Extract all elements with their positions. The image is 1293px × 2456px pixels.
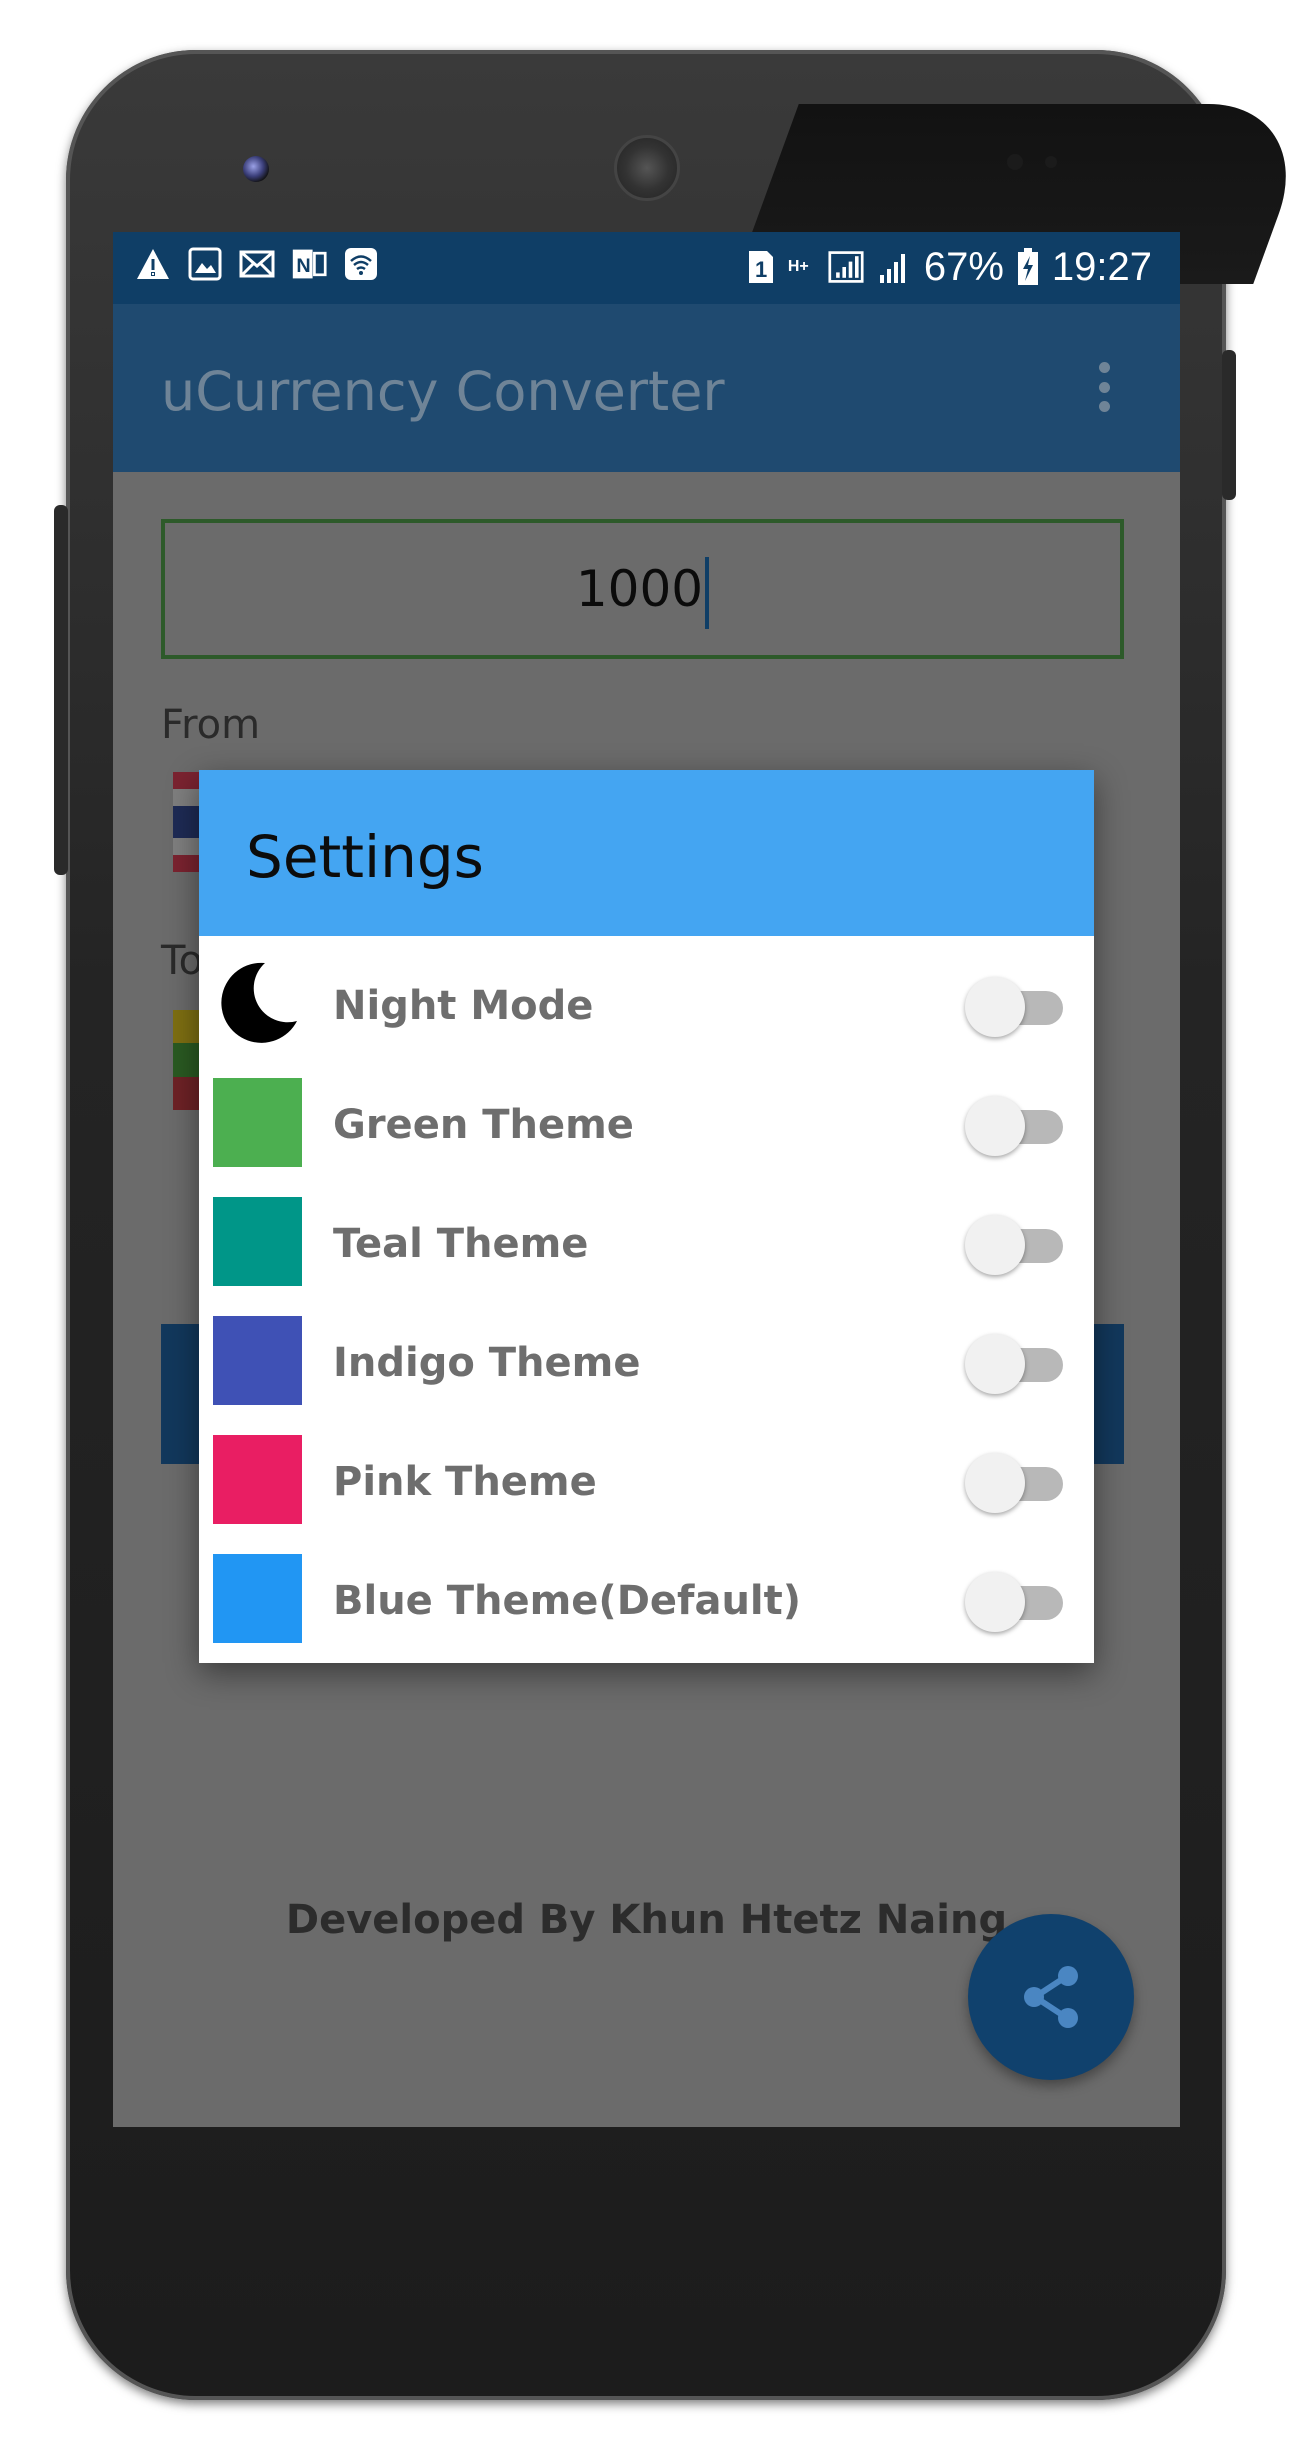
front-camera	[243, 156, 269, 182]
setting-night-mode[interactable]: Night Mode	[199, 947, 1094, 1065]
text-cursor	[705, 556, 710, 629]
indigo-theme-toggle[interactable]	[965, 1332, 1063, 1394]
moon-icon	[221, 962, 297, 1043]
settings-dialog: Settings Night Mode Green Theme Teal The…	[199, 770, 1094, 1663]
wifi-icon	[343, 246, 379, 282]
setting-label: Blue Theme(Default)	[333, 1578, 802, 1624]
share-button[interactable]	[968, 1914, 1134, 2080]
sim-icon: 1	[746, 249, 776, 285]
pink-swatch-icon	[213, 1435, 302, 1524]
earpiece-speaker	[614, 135, 680, 201]
setting-teal-theme[interactable]: Teal Theme	[199, 1185, 1094, 1303]
svg-text:1: 1	[755, 257, 767, 282]
status-bar: N 1 H+ 67% 19:27	[113, 232, 1180, 304]
to-label: To	[161, 938, 204, 984]
clock: 19:27	[1051, 245, 1152, 289]
amount-value: 1000	[575, 560, 704, 618]
setting-green-theme[interactable]: Green Theme	[199, 1066, 1094, 1184]
power-button	[1222, 350, 1236, 500]
mail-icon	[239, 246, 275, 282]
svg-text:N: N	[296, 255, 310, 277]
blue-theme-toggle[interactable]	[965, 1570, 1063, 1632]
battery-charging-icon	[1016, 248, 1040, 285]
setting-label: Teal Theme	[333, 1221, 589, 1267]
signal-icon-2	[876, 249, 912, 285]
night-mode-toggle[interactable]	[965, 975, 1063, 1037]
from-label: From	[161, 702, 261, 748]
setting-blue-theme[interactable]: Blue Theme(Default)	[199, 1542, 1094, 1660]
light-sensor	[1045, 156, 1057, 168]
setting-indigo-theme[interactable]: Indigo Theme	[199, 1304, 1094, 1422]
app-bar: uCurrency Converter	[113, 304, 1180, 472]
indigo-swatch-icon	[213, 1316, 302, 1405]
setting-label: Indigo Theme	[333, 1340, 641, 1386]
battery-percent: 67%	[923, 245, 1004, 289]
signal-icon-1	[828, 249, 864, 285]
green-swatch-icon	[213, 1078, 302, 1167]
onenote-icon: N	[291, 246, 327, 282]
teal-theme-toggle[interactable]	[965, 1213, 1063, 1275]
setting-label: Green Theme	[333, 1102, 634, 1148]
setting-label: Pink Theme	[333, 1459, 597, 1505]
setting-pink-theme[interactable]: Pink Theme	[199, 1423, 1094, 1541]
blue-swatch-icon	[213, 1554, 302, 1643]
app-title: uCurrency Converter	[161, 360, 725, 423]
dialog-title: Settings	[246, 823, 484, 891]
gallery-icon	[187, 246, 223, 282]
amount-input[interactable]: 1000	[161, 519, 1124, 659]
volume-button	[54, 505, 68, 875]
warning-icon	[135, 246, 171, 282]
green-theme-toggle[interactable]	[965, 1094, 1063, 1156]
setting-label: Night Mode	[333, 983, 594, 1029]
network-type: H+	[787, 258, 809, 275]
dialog-header: Settings	[199, 770, 1094, 936]
pink-theme-toggle[interactable]	[965, 1451, 1063, 1513]
overflow-menu-icon[interactable]	[1096, 362, 1112, 412]
status-right: 1 H+ 67% 19:27	[746, 242, 1152, 292]
proximity-sensor	[1007, 154, 1023, 170]
teal-swatch-icon	[213, 1197, 302, 1286]
share-icon	[1024, 1966, 1078, 2028]
notification-icons: N	[135, 246, 379, 282]
screen: N 1 H+ 67% 19:27 uCurrency Converter 100…	[113, 232, 1180, 2127]
